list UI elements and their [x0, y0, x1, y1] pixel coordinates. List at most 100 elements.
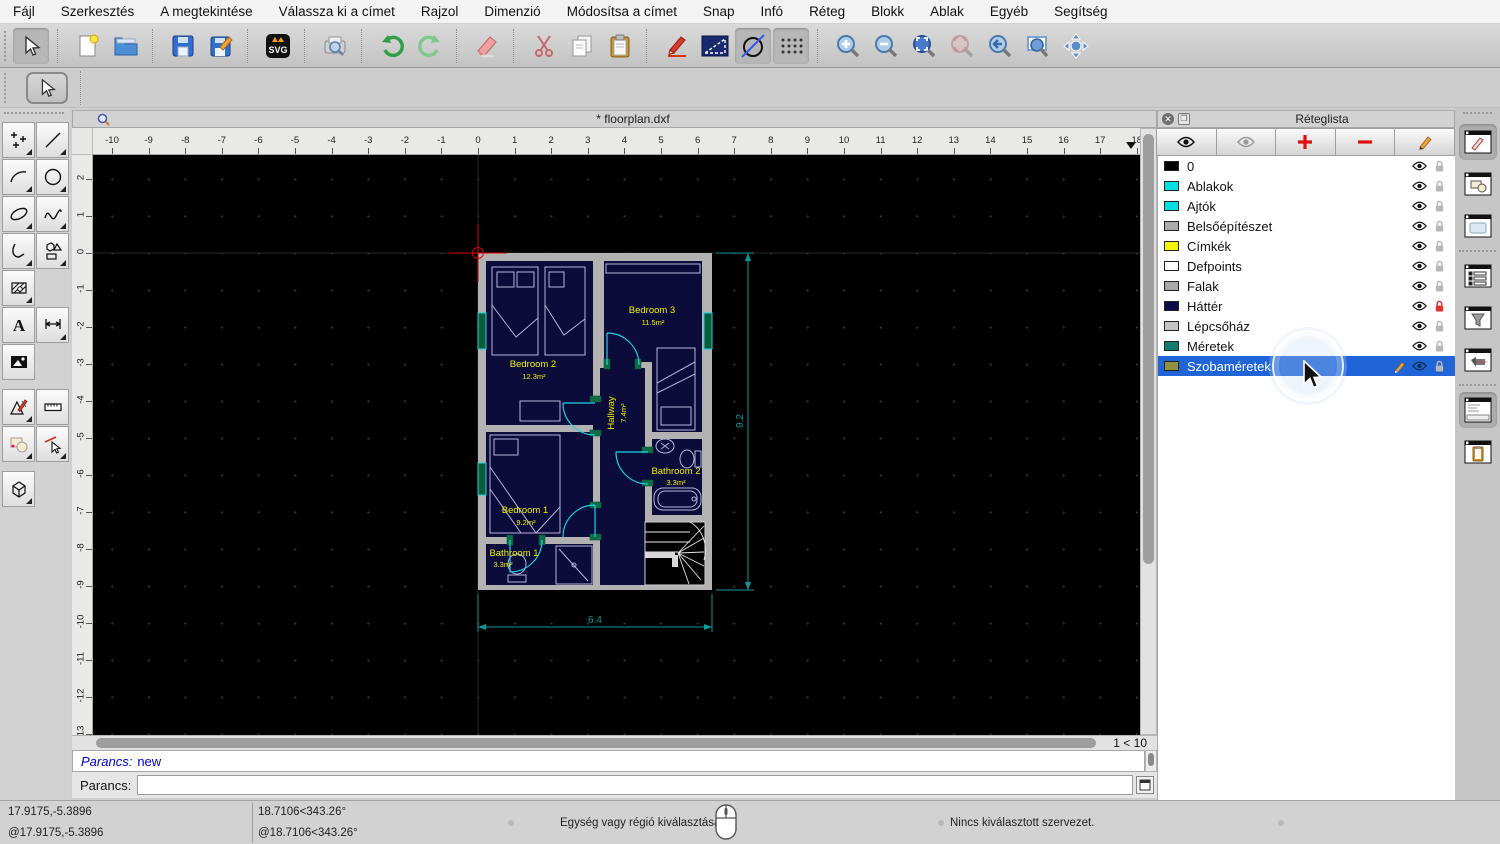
layer-color-swatch[interactable]: [1164, 361, 1179, 371]
draw-order-button[interactable]: [659, 28, 695, 64]
dock-pen-widget-button[interactable]: [1458, 124, 1497, 160]
menu-item[interactable]: Blokk: [858, 0, 917, 24]
line-tool[interactable]: [36, 122, 69, 158]
modify-tools[interactable]: [2, 389, 35, 425]
drawing-window-titlebar[interactable]: * floorplan.dxf: [72, 110, 1157, 128]
block-tools[interactable]: [2, 426, 35, 462]
menu-item[interactable]: Fájl: [0, 0, 48, 24]
menu-item[interactable]: Snap: [690, 0, 748, 24]
menu-item[interactable]: Módosítsa a címet: [554, 0, 690, 24]
layer-edit-pencil-icon[interactable]: [1389, 360, 1409, 373]
remove-layer-button[interactable]: [1334, 128, 1396, 156]
menu-item[interactable]: Rajzol: [408, 0, 472, 24]
spline-tool[interactable]: [36, 196, 69, 232]
canvas-horizontal-scrollbar[interactable]: 1 < 10: [72, 735, 1157, 750]
layer-lock-icon[interactable]: [1429, 180, 1449, 193]
undo-button[interactable]: [374, 28, 410, 64]
dock-handle[interactable]: [1463, 112, 1492, 118]
command-input[interactable]: [137, 775, 1133, 795]
show-all-layers-button[interactable]: [1156, 128, 1217, 156]
pan-button[interactable]: [1058, 28, 1094, 64]
save-button[interactable]: [165, 28, 201, 64]
3d-tools[interactable]: [2, 471, 35, 507]
hide-all-layers-button[interactable]: [1215, 128, 1277, 156]
layer-color-swatch[interactable]: [1164, 181, 1179, 191]
dock-pen-palette-button[interactable]: [1459, 342, 1497, 378]
construction-lines-toggle[interactable]: [735, 27, 771, 64]
menu-item[interactable]: Válassza ki a címet: [266, 0, 408, 24]
cut-button[interactable]: [526, 28, 562, 64]
layer-color-swatch[interactable]: [1164, 261, 1179, 271]
dock-layer-list-button[interactable]: [1459, 258, 1497, 294]
layer-lock-icon[interactable]: [1429, 340, 1449, 353]
text-tool[interactable]: A: [2, 307, 35, 343]
zoom-in-button[interactable]: [830, 28, 866, 64]
paste-button[interactable]: [602, 28, 638, 64]
layer-color-swatch[interactable]: [1164, 221, 1179, 231]
menu-item[interactable]: Réteg: [796, 0, 858, 24]
new-file-button[interactable]: [70, 28, 106, 64]
points-tool[interactable]: [2, 122, 35, 158]
drawing-canvas[interactable]: Bedroom 2 12.3m² Bedroom 3 11.5m² Hallwa…: [93, 155, 1140, 735]
menu-item[interactable]: Szerkesztés: [48, 0, 148, 24]
add-layer-button[interactable]: [1275, 128, 1336, 156]
menu-item[interactable]: Egyéb: [977, 0, 1041, 24]
open-file-button[interactable]: [108, 28, 144, 64]
toolbar-handle[interactable]: [4, 72, 12, 103]
select-tool-button[interactable]: [13, 27, 49, 64]
layer-lock-icon[interactable]: [1429, 240, 1449, 253]
svg-export-button[interactable]: SVG: [260, 28, 296, 64]
layer-visibility-toggle[interactable]: [1409, 241, 1429, 251]
layer-panel-close-button[interactable]: ✕: [1162, 113, 1174, 125]
zoom-previous-button[interactable]: [982, 28, 1018, 64]
layer-row[interactable]: Defpoints: [1158, 256, 1455, 276]
layer-color-swatch[interactable]: [1164, 281, 1179, 291]
layer-visibility-toggle[interactable]: [1409, 181, 1429, 191]
layer-row[interactable]: Falak: [1158, 276, 1455, 296]
layer-lock-icon[interactable]: [1429, 360, 1449, 373]
layer-row[interactable]: Címkék: [1158, 236, 1455, 256]
layer-row[interactable]: Háttér: [1158, 296, 1455, 316]
palette-handle[interactable]: [4, 112, 64, 120]
menu-item[interactable]: Dimenzió: [471, 0, 553, 24]
delete-entity-tool[interactable]: [36, 426, 69, 462]
layer-lock-icon[interactable]: [1429, 320, 1449, 333]
layer-visibility-toggle[interactable]: [1409, 301, 1429, 311]
layer-lock-icon[interactable]: [1429, 200, 1449, 213]
layer-row[interactable]: 0: [1158, 156, 1455, 176]
layer-color-swatch[interactable]: [1164, 201, 1179, 211]
layer-visibility-toggle[interactable]: [1409, 261, 1429, 271]
scrollbar-thumb[interactable]: [1148, 753, 1154, 766]
arc-tool[interactable]: [2, 159, 35, 195]
layer-color-swatch[interactable]: [1164, 301, 1179, 311]
layer-visibility-toggle[interactable]: [1409, 281, 1429, 291]
polygon-tool[interactable]: [36, 233, 69, 269]
layer-visibility-toggle[interactable]: [1409, 341, 1429, 351]
layer-row[interactable]: Belsőépítészet: [1158, 216, 1455, 236]
layer-lock-icon[interactable]: [1429, 280, 1449, 293]
layer-color-swatch[interactable]: [1164, 341, 1179, 351]
layer-color-swatch[interactable]: [1164, 161, 1179, 171]
layer-lock-icon[interactable]: [1429, 160, 1449, 173]
layer-row[interactable]: Ajtók: [1158, 196, 1455, 216]
layer-visibility-toggle[interactable]: [1409, 201, 1429, 211]
layer-color-swatch[interactable]: [1164, 241, 1179, 251]
layer-color-swatch[interactable]: [1164, 321, 1179, 331]
command-history-scrollbar[interactable]: [1145, 750, 1157, 772]
measure-tool[interactable]: [36, 389, 69, 425]
ellipse-tool[interactable]: [2, 196, 35, 232]
dock-clipboard-widget-button[interactable]: [1459, 434, 1497, 470]
layer-lock-icon-locked[interactable]: [1429, 300, 1449, 313]
selection-pointer-button[interactable]: [26, 71, 68, 104]
menu-item[interactable]: A megtekintése: [147, 0, 265, 24]
layer-panel-undock-button[interactable]: ❐: [1178, 113, 1190, 125]
hatch-tool[interactable]: [2, 270, 35, 306]
edit-layer-button[interactable]: [1394, 128, 1455, 156]
layer-visibility-toggle[interactable]: [1409, 161, 1429, 171]
canvas-vertical-scrollbar[interactable]: [1140, 128, 1157, 735]
image-tool[interactable]: [2, 344, 35, 380]
dock-command-widget-button[interactable]: [1458, 392, 1497, 428]
layer-panel-titlebar[interactable]: ✕ ❐ Réteglista: [1157, 110, 1455, 128]
delete-button[interactable]: [469, 28, 505, 64]
dock-block-widget-button[interactable]: [1459, 166, 1497, 202]
